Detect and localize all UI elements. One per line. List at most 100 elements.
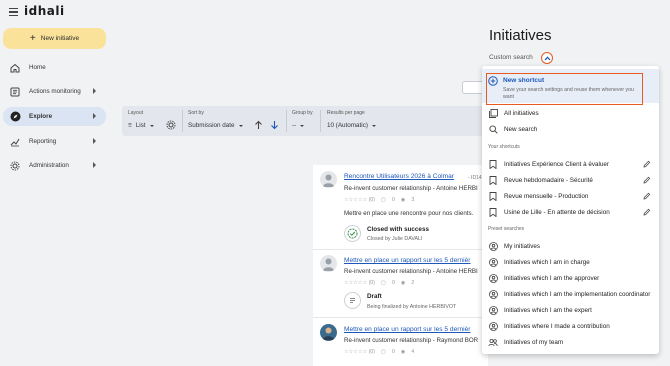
menu-item-new-search[interactable]: New search bbox=[482, 122, 659, 136]
avatar bbox=[320, 324, 337, 341]
new-shortcut-title: New shortcut bbox=[503, 77, 545, 84]
pencil-icon[interactable] bbox=[643, 208, 651, 218]
expand-arrow-icon bbox=[93, 88, 96, 94]
group-label: Group by bbox=[292, 110, 313, 116]
preset-item[interactable]: Initiatives which I am the implementatio… bbox=[482, 287, 659, 301]
view-count: 2 bbox=[411, 280, 415, 286]
new-initiative-button[interactable]: + New initiative bbox=[3, 28, 106, 49]
rating-stars[interactable]: ☆☆☆☆☆ (0) bbox=[344, 280, 375, 286]
group-value: -- bbox=[292, 122, 297, 129]
draft-icon bbox=[344, 292, 361, 309]
caret-down-icon bbox=[238, 124, 243, 127]
expand-arrow-icon bbox=[93, 162, 96, 168]
layout-label: Layout bbox=[128, 110, 144, 116]
initiative-title-link[interactable]: Mettre en place un rapport sur les 5 der… bbox=[344, 326, 470, 333]
page-title: Initiatives bbox=[489, 27, 552, 44]
shortcut-item[interactable]: Revue mensuelle - Production bbox=[482, 189, 659, 203]
search-icon bbox=[488, 124, 498, 134]
results-select[interactable]: 10 (Automatic) bbox=[327, 122, 376, 129]
new-shortcut-subtitle: Save your search settings and reuse them… bbox=[503, 87, 634, 100]
preset-item[interactable]: My initiatives bbox=[482, 239, 659, 253]
bookmark-icon bbox=[488, 159, 498, 169]
divider bbox=[182, 110, 183, 132]
shortcut-item[interactable]: Revue hebdomadaire - Sécurité bbox=[482, 173, 659, 187]
user-circle-icon bbox=[488, 321, 498, 331]
rating-stars[interactable]: ☆☆☆☆☆ (0) bbox=[344, 197, 375, 203]
preset-item[interactable]: Initiatives which I am the expert bbox=[482, 303, 659, 317]
shortcut-item[interactable]: Initiatives Expérience Client à évaluer bbox=[482, 157, 659, 171]
preset-item[interactable]: Initiatives which I am in charge bbox=[482, 255, 659, 269]
app-logo: idhali bbox=[24, 4, 65, 18]
divider bbox=[286, 110, 287, 132]
comment-count: 0 bbox=[391, 197, 395, 203]
initiative-title-link[interactable]: Mettre en place un rapport sur les 5 der… bbox=[344, 257, 470, 264]
user-circle-icon bbox=[488, 305, 498, 315]
sidebar-item-label: Explore bbox=[29, 113, 53, 120]
chevron-up-icon bbox=[544, 55, 550, 60]
pencil-icon[interactable] bbox=[643, 160, 651, 170]
team-icon bbox=[488, 337, 498, 347]
bookmark-icon bbox=[488, 175, 498, 185]
pencil-icon[interactable] bbox=[643, 176, 651, 186]
initiative-subtitle: Re-invent customer relationship - Raymon… bbox=[344, 337, 479, 344]
sidebar-item-reporting[interactable]: Reporting bbox=[3, 132, 106, 151]
eye-icon: ◉ bbox=[400, 280, 406, 286]
menu-item-label: Initiatives which I am the implementatio… bbox=[504, 290, 651, 298]
initiative-stats: ☆☆☆☆☆ (0) ▢ 0 ◉ 2 bbox=[344, 280, 414, 286]
sort-label: Sort by bbox=[188, 110, 204, 116]
menu-item-label: My initiatives bbox=[504, 242, 541, 250]
menu-item-label: Initiatives where I made a contribution bbox=[504, 322, 610, 330]
layout-settings-button[interactable] bbox=[166, 120, 176, 130]
rating-stars[interactable]: ☆☆☆☆☆ (0) bbox=[344, 349, 375, 355]
caret-down-icon bbox=[300, 124, 305, 127]
group-select[interactable]: -- bbox=[292, 122, 305, 129]
sidebar-item-actions-monitoring[interactable]: Actions monitoring bbox=[3, 82, 106, 101]
user-circle-icon bbox=[488, 241, 498, 251]
initiatives-list: Rencontre Utilisateurs 2026 à Colmar - I… bbox=[313, 165, 488, 366]
checklist-icon bbox=[8, 85, 22, 99]
status-subtitle: Being finalized by Antoine HERBIVOT bbox=[367, 304, 457, 310]
gear-icon bbox=[8, 159, 22, 173]
sort-ascending-button[interactable] bbox=[254, 120, 263, 130]
initiative-stats: ☆☆☆☆☆ (0) ▢ 0 ◉ 4 bbox=[344, 349, 414, 355]
divider bbox=[313, 317, 488, 318]
sidebar-item-label: Reporting bbox=[29, 138, 57, 145]
new-shortcut-item[interactable]: New shortcut Save your search settings a… bbox=[482, 69, 659, 105]
comment-icon: ▢ bbox=[381, 280, 386, 286]
menu-item-label: Initiatives which I am the expert bbox=[504, 306, 592, 314]
sidebar-item-home[interactable]: Home bbox=[3, 58, 106, 77]
custom-search-toggle[interactable] bbox=[541, 52, 553, 64]
avatar bbox=[320, 171, 337, 188]
sidebar: idhali + New initiative Home Actions mon… bbox=[0, 0, 112, 366]
sidebar-item-explore[interactable]: Explore bbox=[3, 107, 106, 126]
comment-icon: ▢ bbox=[381, 349, 386, 355]
expand-arrow-icon bbox=[93, 138, 96, 144]
sort-descending-button[interactable] bbox=[270, 120, 279, 130]
bookmark-icon bbox=[488, 207, 498, 217]
divider bbox=[320, 110, 321, 132]
bookmark-button[interactable] bbox=[462, 81, 484, 94]
initiative-description: Mettre en place une rencontre pour nos c… bbox=[344, 210, 474, 217]
layout-select[interactable]: ≡ List bbox=[128, 122, 154, 129]
pencil-icon[interactable] bbox=[643, 192, 651, 202]
preset-item[interactable]: Initiatives which I am the approver bbox=[482, 271, 659, 285]
presets-section-header: Preset searches bbox=[488, 226, 525, 232]
sort-select[interactable]: Submission date bbox=[188, 122, 243, 129]
sidebar-item-label: Home bbox=[29, 64, 46, 71]
menu-item-label: Revue hebdomadaire - Sécurité bbox=[504, 176, 593, 184]
hamburger-menu-icon[interactable] bbox=[9, 8, 18, 16]
preset-item[interactable]: Initiatives where I made a contribution bbox=[482, 319, 659, 333]
shortcut-item[interactable]: Usine de Lille - En attente de décision bbox=[482, 205, 659, 219]
expand-arrow-icon bbox=[93, 113, 96, 119]
sort-value: Submission date bbox=[188, 122, 235, 129]
menu-item-all-initiatives[interactable]: All initiatives bbox=[482, 106, 659, 120]
results-value: 10 (Automatic) bbox=[327, 122, 368, 129]
caret-down-icon bbox=[149, 124, 154, 127]
user-circle-icon bbox=[488, 289, 498, 299]
preset-item[interactable]: Initiatives of my team bbox=[482, 335, 659, 349]
search-toolbar: Layout ≡ List Sort by Submission date Gr… bbox=[122, 106, 487, 136]
initiative-title-link[interactable]: Rencontre Utilisateurs 2026 à Colmar bbox=[344, 173, 454, 180]
status-title: Closed with success bbox=[367, 226, 429, 233]
menu-item-label: Initiatives Expérience Client à évaluer bbox=[504, 160, 610, 168]
sidebar-item-administration[interactable]: Administration bbox=[3, 156, 106, 175]
